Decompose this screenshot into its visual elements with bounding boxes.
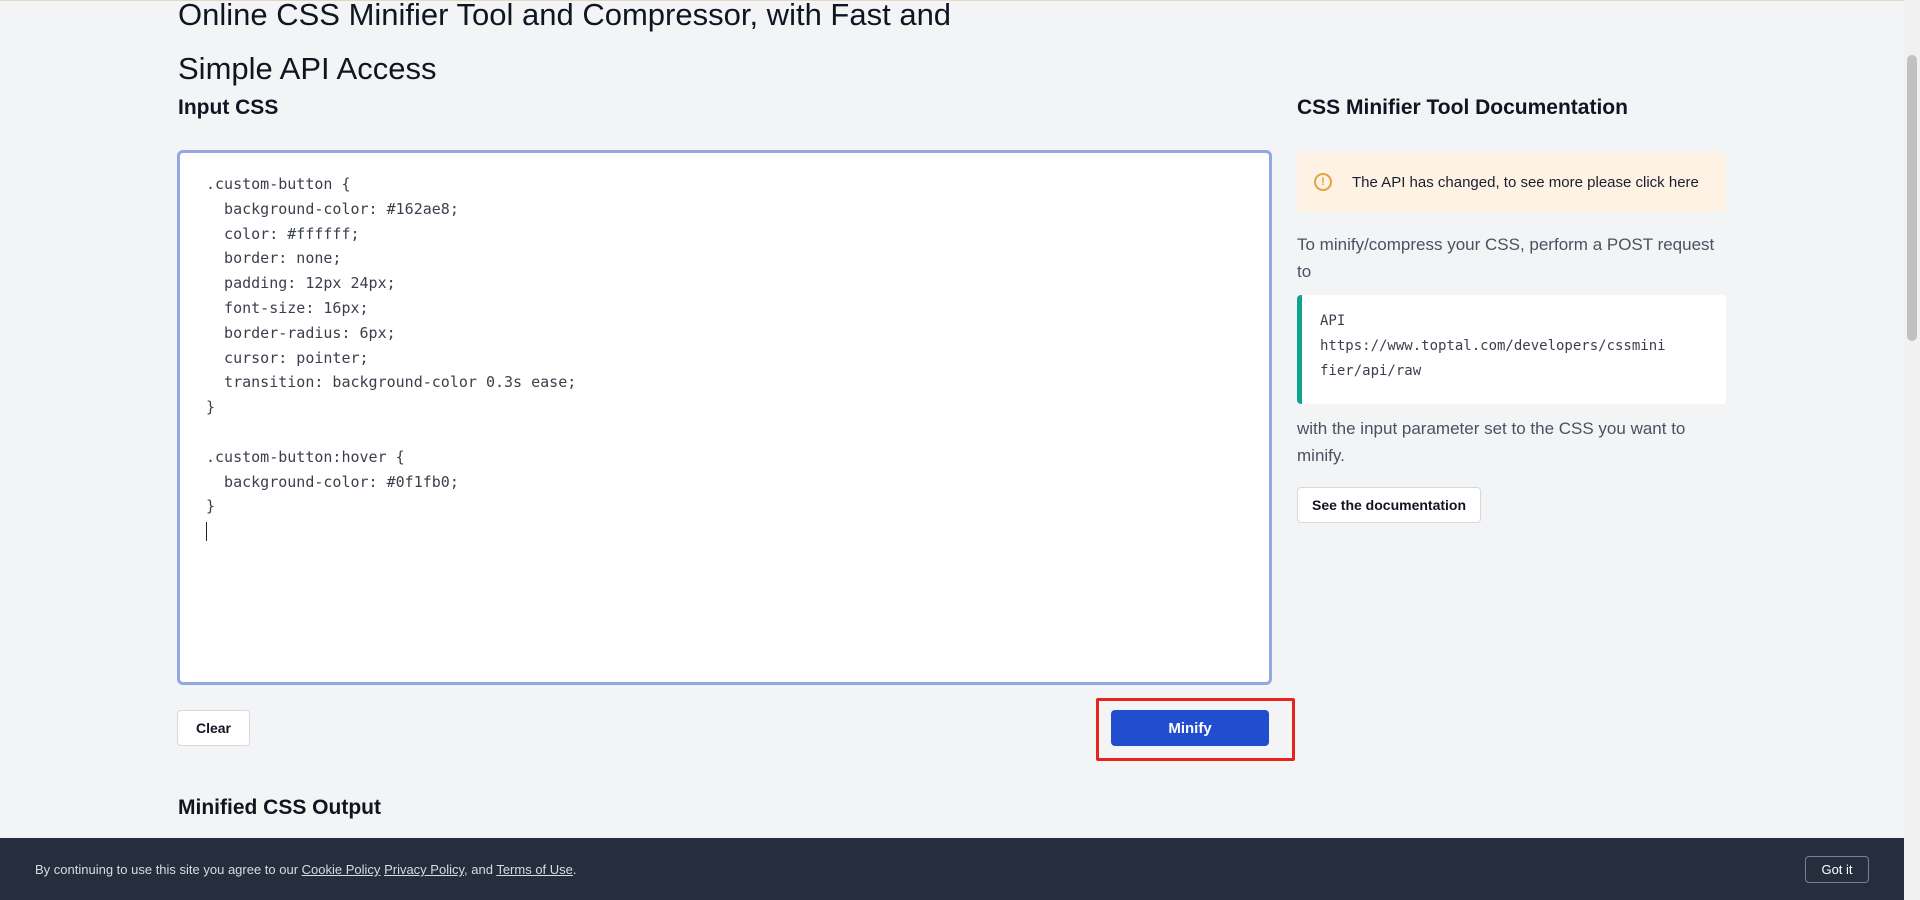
api-endpoint-line: https://www.toptal.com/developers/cssmin…	[1320, 334, 1708, 359]
code-line	[206, 420, 1243, 445]
text-cursor-line	[206, 519, 1243, 544]
code-line: color: #ffffff;	[206, 222, 1243, 247]
documentation-heading: CSS Minifier Tool Documentation	[1297, 96, 1628, 120]
cookie-policy-link[interactable]: Cookie Policy	[302, 862, 381, 877]
code-line: padding: 12px 24px;	[206, 271, 1243, 296]
warning-icon: !	[1314, 173, 1332, 191]
see-documentation-button[interactable]: See the documentation	[1297, 487, 1481, 523]
code-line: .custom-button:hover {	[206, 445, 1243, 470]
page-title: Online CSS Minifier Tool and Compressor,…	[178, 0, 1038, 96]
doc-parameter-text: with the input parameter set to the CSS …	[1297, 415, 1727, 469]
code-line: border: none;	[206, 246, 1243, 271]
code-line: .custom-button {	[206, 172, 1243, 197]
minified-output-heading: Minified CSS Output	[178, 796, 381, 820]
input-css-heading: Input CSS	[178, 96, 278, 120]
cookie-prefix: By continuing to use this site you agree…	[35, 862, 298, 877]
code-line: transition: background-color 0.3s ease;	[206, 370, 1243, 395]
doc-intro-text: To minify/compress your CSS, perform a P…	[1297, 231, 1727, 285]
text-cursor	[206, 522, 207, 541]
minify-button[interactable]: Minify	[1111, 710, 1269, 746]
got-it-button[interactable]: Got it	[1805, 856, 1869, 883]
terms-of-use-link[interactable]: Terms of Use	[496, 862, 573, 877]
scrollbar-thumb[interactable]	[1907, 55, 1917, 341]
code-line: background-color: #0f1fb0;	[206, 470, 1243, 495]
code-line: }	[206, 494, 1243, 519]
cookie-period: .	[573, 862, 577, 877]
api-endpoint-block: APIhttps://www.toptal.com/developers/css…	[1297, 295, 1726, 404]
api-changed-notice[interactable]: ! The API has changed, to see more pleas…	[1297, 152, 1726, 212]
cookie-text: By continuing to use this site you agree…	[35, 862, 577, 877]
code-line: border-radius: 6px;	[206, 321, 1243, 346]
api-endpoint-line: API	[1320, 309, 1708, 334]
code-line: font-size: 16px;	[206, 296, 1243, 321]
css-input-textarea[interactable]: .custom-button { background-color: #162a…	[177, 150, 1272, 685]
code-line: }	[206, 395, 1243, 420]
api-endpoint-line: fier/api/raw	[1320, 359, 1708, 384]
code-line: cursor: pointer;	[206, 346, 1243, 371]
notice-text: The API has changed, to see more please …	[1352, 174, 1699, 191]
code-line: background-color: #162ae8;	[206, 197, 1243, 222]
cookie-banner: By continuing to use this site you agree…	[0, 838, 1904, 900]
clear-button[interactable]: Clear	[177, 710, 250, 746]
privacy-policy-link[interactable]: Privacy Policy	[384, 862, 464, 877]
cookie-and: , and	[464, 862, 493, 877]
